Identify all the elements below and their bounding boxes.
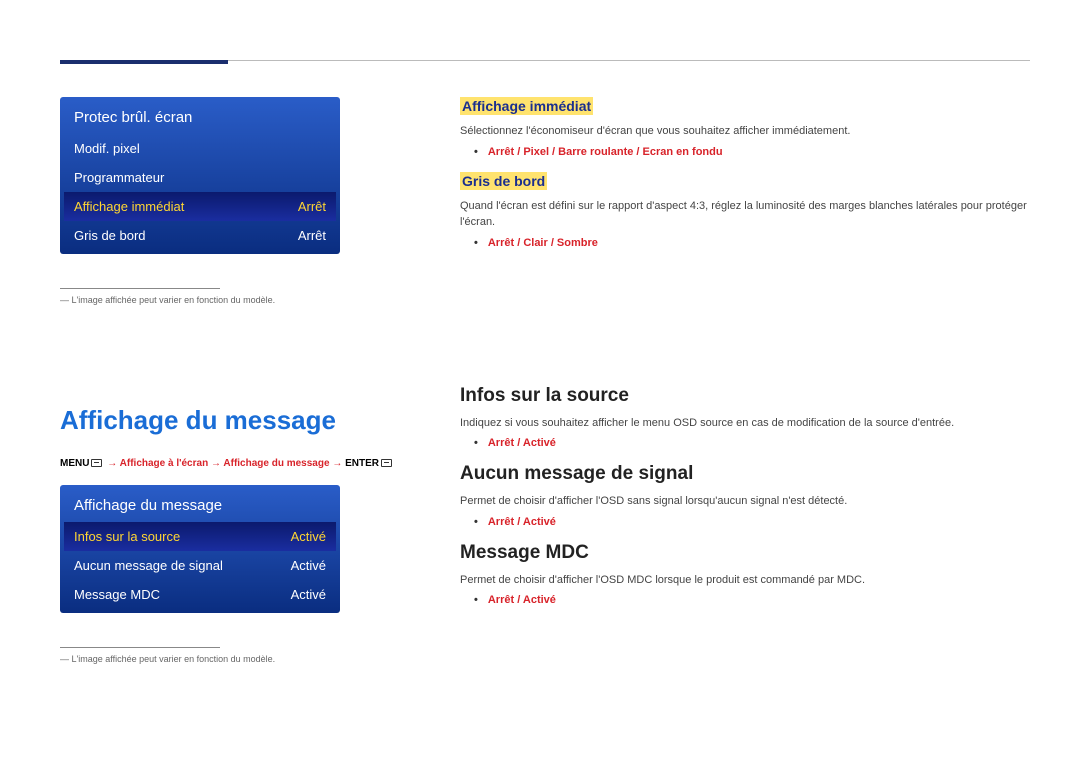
options-row: • Arrêt / Activé bbox=[474, 516, 1030, 528]
heading-side-gray: Gris de bord bbox=[460, 172, 547, 190]
model-note: ― L'image affichée peut varier en foncti… bbox=[60, 295, 400, 305]
bullet-icon: • bbox=[474, 237, 478, 249]
osd-row[interactable]: Programmateur bbox=[60, 163, 340, 192]
osd-row-value: Arrêt bbox=[298, 228, 326, 243]
breadcrumb-enter: ENTER bbox=[345, 458, 379, 469]
desc-source-info: Indiquez si vous souhaitez afficher le m… bbox=[460, 415, 1030, 432]
breadcrumb-path: Affichage à l'écran bbox=[120, 458, 209, 469]
options-side-gray: Arrêt / Clair / Sombre bbox=[488, 237, 598, 249]
enter-icon bbox=[381, 459, 392, 467]
heading-mdc-message: Message MDC bbox=[460, 542, 1030, 564]
breadcrumb-arrow: → bbox=[211, 458, 221, 469]
breadcrumb: MENU → Affichage à l'écran → Affichage d… bbox=[60, 458, 400, 469]
osd-row-label: Aucun message de signal bbox=[74, 558, 223, 573]
osd-row-label: Message MDC bbox=[74, 587, 160, 602]
options-mdc: Arrêt / Activé bbox=[488, 594, 556, 606]
section-heading-message-display: Affichage du message bbox=[60, 405, 400, 436]
osd-panel-title: Affichage du message bbox=[60, 491, 340, 522]
osd-row[interactable]: Gris de bord Arrêt bbox=[60, 221, 340, 250]
osd-row-selected[interactable]: Infos sur la source Activé bbox=[64, 522, 336, 551]
osd-row-value: Activé bbox=[291, 558, 326, 573]
desc-no-signal: Permet de choisir d'afficher l'OSD sans … bbox=[460, 493, 1030, 510]
osd-row-label: Modif. pixel bbox=[74, 141, 140, 156]
osd-row-label: Programmateur bbox=[74, 170, 164, 185]
options-immediate: Arrêt / Pixel / Barre roulante / Ecran e… bbox=[488, 146, 723, 158]
osd-panel-screen-burn: Protec brûl. écran Modif. pixel Programm… bbox=[60, 97, 340, 254]
osd-row-label: Infos sur la source bbox=[74, 529, 180, 544]
osd-row-label: Affichage immédiat bbox=[74, 199, 184, 214]
osd-row-selected[interactable]: Affichage immédiat Arrêt bbox=[64, 192, 336, 221]
note-divider bbox=[60, 288, 220, 289]
osd-row-label: Gris de bord bbox=[74, 228, 146, 243]
options-no-signal: Arrêt / Activé bbox=[488, 516, 556, 528]
options-row: • Arrêt / Pixel / Barre roulante / Ecran… bbox=[474, 146, 1030, 158]
bullet-icon: • bbox=[474, 516, 478, 528]
options-row: • Arrêt / Activé bbox=[474, 437, 1030, 449]
options-row: • Arrêt / Activé bbox=[474, 594, 1030, 606]
desc-side-gray: Quand l'écran est défini sur le rapport … bbox=[460, 198, 1030, 231]
bullet-icon: • bbox=[474, 437, 478, 449]
breadcrumb-arrow: → bbox=[107, 458, 117, 469]
osd-row-value: Activé bbox=[291, 587, 326, 602]
bullet-icon: • bbox=[474, 146, 478, 158]
note-divider bbox=[60, 647, 220, 648]
menu-icon bbox=[91, 459, 102, 467]
model-note: ― L'image affichée peut varier en foncti… bbox=[60, 654, 400, 664]
heading-source-info: Infos sur la source bbox=[460, 385, 1030, 407]
breadcrumb-menu: MENU bbox=[60, 458, 89, 469]
options-row: • Arrêt / Clair / Sombre bbox=[474, 237, 1030, 249]
desc-immediate: Sélectionnez l'économiseur d'écran que v… bbox=[460, 123, 1030, 140]
osd-panel-title: Protec brûl. écran bbox=[60, 103, 340, 134]
osd-row[interactable]: Aucun message de signal Activé bbox=[60, 551, 340, 580]
osd-row[interactable]: Modif. pixel bbox=[60, 134, 340, 163]
options-source-info: Arrêt / Activé bbox=[488, 437, 556, 449]
osd-row[interactable]: Message MDC Activé bbox=[60, 580, 340, 609]
osd-row-value: Arrêt bbox=[298, 199, 326, 214]
heading-no-signal: Aucun message de signal bbox=[460, 463, 1030, 485]
osd-row-value: Activé bbox=[291, 529, 326, 544]
header-accent bbox=[60, 60, 228, 64]
breadcrumb-path: Affichage du message bbox=[223, 458, 329, 469]
bullet-icon: • bbox=[474, 594, 478, 606]
desc-mdc: Permet de choisir d'afficher l'OSD MDC l… bbox=[460, 572, 1030, 589]
breadcrumb-arrow: → bbox=[332, 458, 342, 469]
osd-panel-message-display: Affichage du message Infos sur la source… bbox=[60, 485, 340, 613]
heading-immediate-display: Affichage immédiat bbox=[460, 97, 593, 115]
